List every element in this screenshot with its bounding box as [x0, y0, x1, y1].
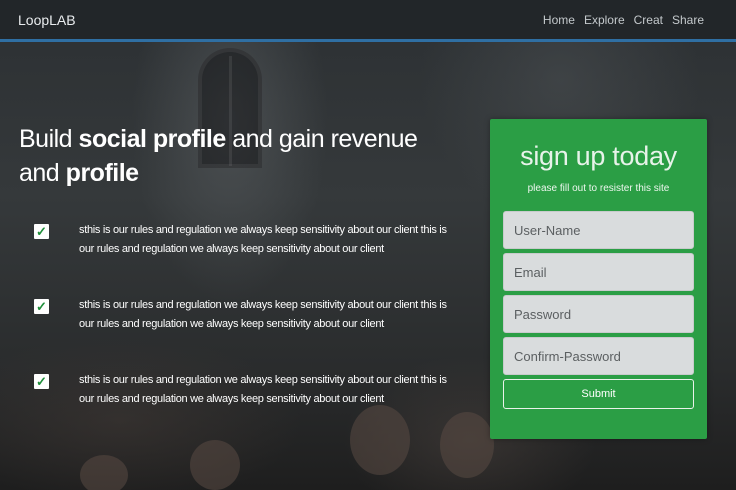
signup-card: sign up today please fill out to resiste… — [490, 119, 707, 439]
nav-link-home[interactable]: Home — [543, 13, 575, 27]
password-field[interactable] — [503, 295, 694, 333]
nav-link-explore[interactable]: Explore — [584, 13, 625, 27]
person-silhouette — [80, 455, 128, 490]
username-field[interactable] — [503, 211, 694, 249]
check-icon: ✓ — [34, 374, 49, 389]
confirm-password-field[interactable] — [503, 337, 694, 375]
signup-subtitle: please fill out to resister this site — [527, 183, 670, 194]
nav-links: Home Explore Creat Share — [543, 13, 704, 27]
feature-text: sthis is our rules and regulation we alw… — [79, 374, 447, 405]
check-icon: ✓ — [34, 299, 49, 314]
nav-link-creat[interactable]: Creat — [634, 13, 663, 27]
submit-button[interactable]: Submit — [503, 379, 694, 409]
email-field[interactable] — [503, 253, 694, 291]
person-silhouette — [440, 412, 494, 478]
brand-logo[interactable]: LoopLAB — [18, 12, 76, 28]
signup-title: sign up today — [520, 141, 677, 171]
nav-link-share[interactable]: Share — [672, 13, 704, 27]
check-icon: ✓ — [34, 224, 49, 239]
person-silhouette — [190, 440, 240, 490]
person-silhouette — [350, 405, 410, 475]
navbar: LoopLAB Home Explore Creat Share — [0, 0, 736, 42]
hero-title: Build social profile and gain revenue an… — [19, 125, 418, 187]
feature-text: sthis is our rules and regulation we alw… — [79, 299, 447, 330]
feature-text: sthis is our rules and regulation we alw… — [79, 224, 447, 255]
